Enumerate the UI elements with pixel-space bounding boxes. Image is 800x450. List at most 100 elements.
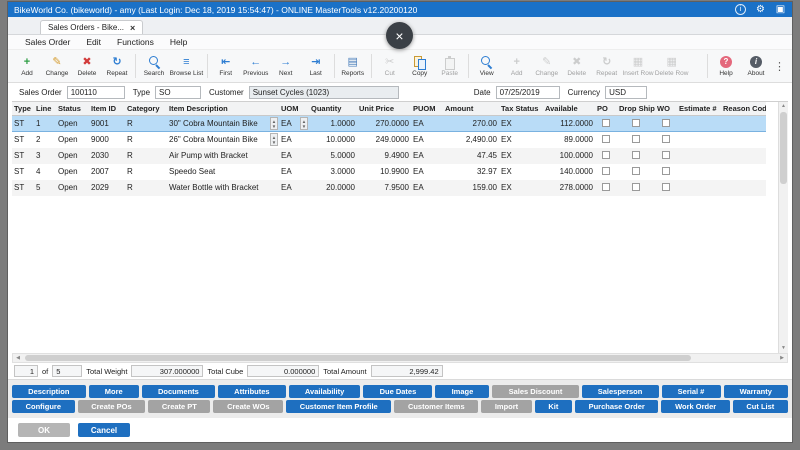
ok-button[interactable]: OK <box>18 423 70 437</box>
apps-icon[interactable]: ▣ <box>775 4 786 15</box>
action-button[interactable]: Work Order <box>661 400 729 413</box>
action-button[interactable]: Image <box>435 385 489 398</box>
action-button[interactable]: Customer Item Profile <box>286 400 391 413</box>
action-button[interactable]: Description <box>12 385 86 398</box>
order-line-row[interactable]: ST 3 Open 2030 R Air Pump with Bracket E… <box>12 148 766 164</box>
column-header[interactable]: Item Description <box>167 102 279 116</box>
toolbar-help-button[interactable]: ? Help <box>711 51 741 81</box>
dialog-close-button[interactable]: × <box>386 22 413 49</box>
column-header[interactable]: Drop Ship <box>617 102 655 116</box>
toolbar-cut-button[interactable]: ✂ Cut <box>375 51 405 81</box>
spinner-icon[interactable] <box>270 117 278 130</box>
cancel-button[interactable]: Cancel <box>78 423 130 437</box>
toolbar-view-button[interactable]: View <box>472 51 502 81</box>
action-button[interactable]: Cut List <box>733 400 788 413</box>
menu-functions[interactable]: Functions <box>110 36 161 48</box>
action-button[interactable]: Warranty <box>724 385 789 398</box>
scroll-up-icon[interactable]: ▲ <box>779 102 788 111</box>
toolbar-about-button[interactable]: i About <box>741 51 771 81</box>
po-checkbox[interactable] <box>602 183 610 191</box>
scrollbar-thumb[interactable] <box>25 355 691 361</box>
spinner-icon[interactable] <box>270 133 278 146</box>
action-button[interactable]: Sales Discount <box>492 385 578 398</box>
order-line-row[interactable]: ST 1 Open 9001 R 30" Cobra Mountain Bike… <box>12 116 766 132</box>
action-button[interactable]: More <box>89 385 139 398</box>
action-button[interactable]: Create WOs <box>213 400 283 413</box>
toolbar-delete-button[interactable]: ✖ Delete <box>72 51 102 81</box>
action-button[interactable]: Configure <box>12 400 75 413</box>
drop-ship-checkbox[interactable] <box>632 119 640 127</box>
toolbar-previous-button[interactable]: ← Previous <box>241 51 271 81</box>
spinner-icon[interactable] <box>300 117 308 130</box>
menu-edit[interactable]: Edit <box>79 36 108 48</box>
drop-ship-checkbox[interactable] <box>632 167 640 175</box>
menu-help[interactable]: Help <box>163 36 194 48</box>
drop-ship-checkbox[interactable] <box>632 151 640 159</box>
tab-close-icon[interactable]: × <box>130 24 135 32</box>
po-checkbox[interactable] <box>602 167 610 175</box>
scroll-right-icon[interactable]: ▶ <box>777 354 787 363</box>
action-button[interactable]: Import <box>481 400 532 413</box>
scroll-left-icon[interactable]: ◀ <box>13 354 23 363</box>
action-button[interactable]: Create PT <box>148 400 210 413</box>
column-header[interactable]: Category <box>125 102 167 116</box>
action-button[interactable]: Serial # <box>662 385 721 398</box>
current-line-field[interactable]: 1 <box>14 365 38 377</box>
column-header[interactable]: Amount <box>443 102 499 116</box>
toolbar-browse-list-button[interactable]: ≡ Browse List <box>169 51 204 81</box>
info-icon[interactable]: i <box>735 4 746 15</box>
wo-checkbox[interactable] <box>662 151 670 159</box>
column-header[interactable]: Available <box>543 102 595 116</box>
sales-order-field[interactable]: 100110 <box>67 86 125 99</box>
order-line-row[interactable]: ST 4 Open 2007 R Speedo Seat EA 3.0000 1… <box>12 164 766 180</box>
customer-field[interactable]: Sunset Cycles (1023) <box>249 86 399 99</box>
vertical-scrollbar[interactable]: ▲ ▼ <box>778 102 788 353</box>
po-checkbox[interactable] <box>602 135 610 143</box>
column-header[interactable]: PUOM <box>411 102 443 116</box>
action-button[interactable]: Kit <box>535 400 572 413</box>
toolbar-last-button[interactable]: ⇥ Last <box>301 51 331 81</box>
column-header[interactable]: UOM <box>279 102 309 116</box>
date-field[interactable]: 07/25/2019 <box>496 86 560 99</box>
toolbar-change-button[interactable]: ✎ Change <box>42 51 72 81</box>
toolbar-paste-button[interactable]: Paste <box>435 51 465 81</box>
type-field[interactable]: SO <box>155 86 201 99</box>
action-button[interactable]: Customer Items <box>394 400 478 413</box>
column-header[interactable]: PO <box>595 102 617 116</box>
toolbar-search-button[interactable]: Search <box>139 51 169 81</box>
toolbar-overflow-icon[interactable]: ⋮ <box>771 60 788 73</box>
column-header[interactable]: Quantity <box>309 102 357 116</box>
action-button[interactable]: Purchase Order <box>575 400 658 413</box>
drop-ship-checkbox[interactable] <box>632 183 640 191</box>
order-line-row[interactable]: ST 2 Open 9000 R 26" Cobra Mountain Bike… <box>12 132 766 148</box>
column-header[interactable]: Estimate # <box>677 102 721 116</box>
toolbar-row-delete-button[interactable]: ✖ Delete <box>562 51 592 81</box>
scrollbar-thumb[interactable] <box>780 112 787 184</box>
horizontal-scrollbar[interactable]: ◀ ▶ <box>12 353 788 363</box>
drop-ship-checkbox[interactable] <box>632 135 640 143</box>
wo-checkbox[interactable] <box>662 167 670 175</box>
scroll-down-icon[interactable]: ▼ <box>779 344 788 353</box>
action-button[interactable]: Attributes <box>218 385 286 398</box>
toolbar-first-button[interactable]: ⇤ First <box>211 51 241 81</box>
action-button[interactable]: Create POs <box>78 400 146 413</box>
action-button[interactable]: Due Dates <box>363 385 432 398</box>
wo-checkbox[interactable] <box>662 135 670 143</box>
menu-sales-order[interactable]: Sales Order <box>18 36 77 48</box>
toolbar-delete-row-button[interactable]: ▦ Delete Row <box>654 51 689 81</box>
column-header[interactable]: Unit Price <box>357 102 411 116</box>
toolbar-row-repeat-button[interactable]: ↻ Repeat <box>592 51 622 81</box>
action-button[interactable]: Salesperson <box>582 385 659 398</box>
column-header[interactable]: Type <box>12 102 34 116</box>
column-header[interactable]: Item ID <box>89 102 125 116</box>
wo-checkbox[interactable] <box>662 183 670 191</box>
wo-checkbox[interactable] <box>662 119 670 127</box>
settings-gear-icon[interactable]: ⚙ <box>755 4 766 15</box>
action-button[interactable]: Availability <box>289 385 361 398</box>
tab-sales-orders[interactable]: Sales Orders - Bike... × <box>40 20 143 34</box>
column-header[interactable]: Reason Code <box>721 102 766 116</box>
toolbar-repeat-button[interactable]: ↻ Repeat <box>102 51 132 81</box>
toolbar-row-change-button[interactable]: ✎ Change <box>532 51 562 81</box>
column-header[interactable]: Tax Status <box>499 102 543 116</box>
column-header[interactable]: WO <box>655 102 677 116</box>
